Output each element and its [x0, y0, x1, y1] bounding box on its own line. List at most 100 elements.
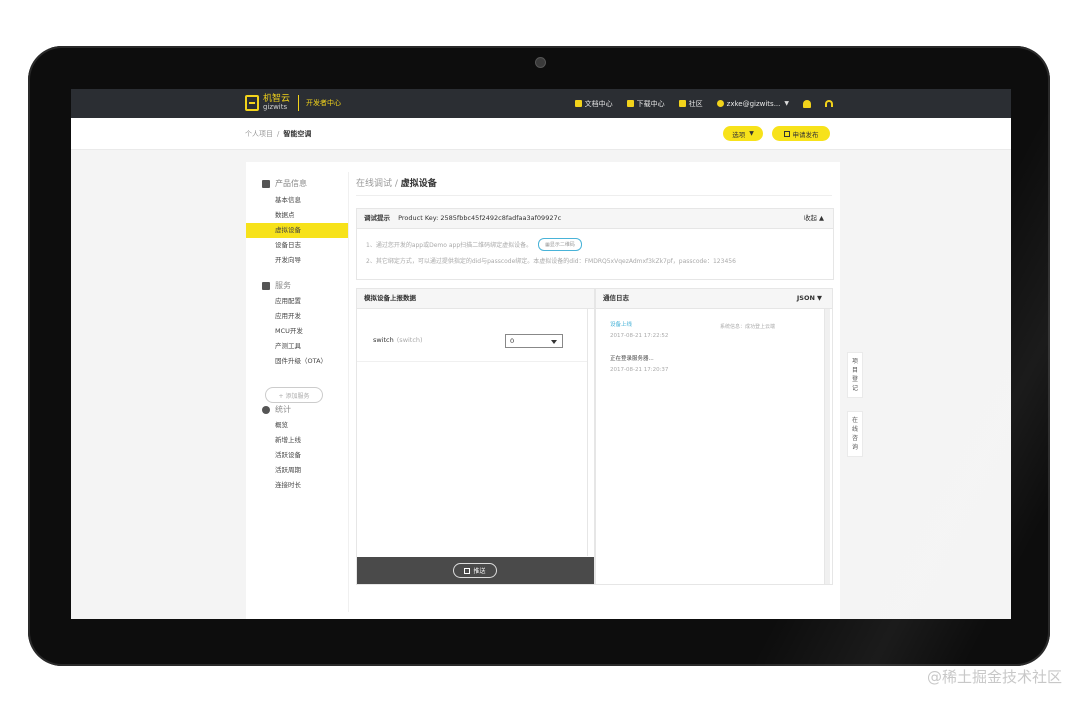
- document-icon: [574, 100, 582, 107]
- download-icon: [626, 100, 634, 107]
- simulate-header: 模拟设备上报数据: [357, 289, 594, 309]
- sidebar-item-ota[interactable]: 固件升级（OTA）: [246, 354, 348, 369]
- caret-down-icon: ▼: [817, 294, 822, 302]
- tip-line-1-text: 1、通过您开发的app或Demo app扫描二维码绑定虚拟设备。: [366, 242, 533, 249]
- field-hint: (switch): [396, 336, 423, 344]
- tip-line-1: 1、通过您开发的app或Demo app扫描二维码绑定虚拟设备。 ▦ 显示二维码: [366, 238, 582, 251]
- publish-button[interactable]: 申请发布: [772, 126, 830, 141]
- nav-community-label: 社区: [688, 99, 703, 108]
- log-time: 2017-08-21 17:22:52: [610, 333, 669, 339]
- top-nav: 文档中心 下载中心 社区 zxke@gizwits... ▼: [574, 89, 833, 118]
- sidebar-group-label: 产品信息: [275, 179, 307, 188]
- content-card: 产品信息 基本信息 数据点 虚拟设备 设备日志 开发向导 服务 应用配置 应用开…: [246, 162, 840, 619]
- sidebar-item-app-dev[interactable]: 应用开发: [246, 309, 348, 324]
- datapoint-list: switch (switch) 0: [357, 309, 588, 556]
- log-list: 设备上线 2017-08-21 17:22:52 系统信息：成功登上云端 正在登…: [596, 309, 825, 584]
- user-icon: [716, 100, 724, 107]
- caret-up-icon: ▲: [819, 214, 824, 222]
- title-divider: [356, 195, 832, 196]
- simulate-title: 模拟设备上报数据: [364, 294, 416, 302]
- logo-icon: [245, 95, 259, 111]
- nav-download[interactable]: 下载中心: [626, 99, 665, 109]
- project-register-tab[interactable]: 项目登记: [847, 352, 863, 398]
- sidebar-item-new-online[interactable]: 新增上线: [246, 433, 348, 448]
- log-note: 系统信息：成功登上云端: [720, 324, 776, 330]
- nav-docs[interactable]: 文档中心: [574, 99, 613, 109]
- sidebar-group-service: 服务: [262, 280, 291, 291]
- log-time: 2017-08-21 17:20:37: [610, 367, 669, 373]
- top-navbar: 机智云 gizwits 开发者中心 文档中心 下载中心 社区 zxke@gizw…: [71, 89, 1011, 118]
- sidebar-item-dev-guide[interactable]: 开发向导: [246, 253, 348, 268]
- service-icon: [262, 281, 270, 290]
- sidebar-group-stats: 统计: [262, 404, 291, 415]
- sidebar-item-app-config[interactable]: 应用配置: [246, 294, 348, 309]
- qr-label: 显示二维码: [549, 242, 575, 248]
- watermark: @稀土掘金技术社区: [926, 668, 1062, 686]
- log-scrollbar[interactable]: [825, 309, 830, 584]
- push-button[interactable]: 推送: [453, 563, 497, 578]
- logo[interactable]: 机智云 gizwits 开发者中心: [245, 95, 341, 111]
- breadcrumb-parent[interactable]: 个人项目: [245, 130, 273, 138]
- log-entry: 设备上线 2017-08-21 17:22:52: [610, 320, 668, 339]
- sidebar-item-overview[interactable]: 概览: [246, 418, 348, 433]
- push-label: 推送: [473, 568, 486, 575]
- nav-user-label: zxke@gizwits...: [726, 99, 781, 108]
- logo-en: gizwits: [263, 103, 288, 111]
- online-consult-tab[interactable]: 在线咨询: [847, 411, 863, 457]
- sidebar-item-device-log[interactable]: 设备日志: [246, 238, 348, 253]
- add-service-button[interactable]: + 添加服务: [265, 387, 323, 403]
- field-divider: [357, 361, 587, 362]
- tips-header: 调试提示 Product Key: 2585fbbc45f2492c8fadfa…: [357, 209, 833, 229]
- options-label: 选项: [732, 130, 746, 139]
- debug-tips-panel: 调试提示 Product Key: 2585fbbc45f2492c8fadfa…: [356, 208, 834, 280]
- headset-icon[interactable]: [825, 100, 833, 107]
- sidebar-group-product: 产品信息: [262, 178, 307, 189]
- external-link-icon: [464, 567, 471, 574]
- log-entry: 正在登录服务器... 2017-08-21 17:20:37: [610, 354, 668, 373]
- sidebar-item-datapoints[interactable]: 数据点: [246, 208, 348, 223]
- format-label: JSON: [796, 294, 815, 302]
- switch-value: 0: [510, 337, 515, 345]
- caret-down-icon: ▼: [784, 100, 789, 107]
- nav-docs-label: 文档中心: [584, 99, 613, 108]
- product-key: Product Key: 2585fbbc45f2492c8fadfaa3af0…: [398, 214, 562, 222]
- sidebar-item-mcu-dev[interactable]: MCU开发: [246, 324, 348, 339]
- pie-chart-icon: [262, 405, 270, 414]
- dev-center-label: 开发者中心: [306, 99, 342, 107]
- logo-separator: [298, 95, 300, 111]
- title-prefix: 在线调试 /: [356, 179, 401, 189]
- dropdown-arrow-icon: [551, 340, 557, 344]
- sidebar-item-connect-time[interactable]: 连接时长: [246, 478, 348, 493]
- fold-toggle[interactable]: 收起 ▲: [804, 209, 824, 228]
- bell-icon[interactable]: [803, 99, 811, 108]
- tablet-frame: 机智云 gizwits 开发者中心 文档中心 下载中心 社区 zxke@gizw…: [28, 46, 1050, 666]
- grid-icon: [262, 179, 270, 188]
- page-title: 在线调试 / 虚拟设备: [356, 176, 437, 189]
- format-select[interactable]: JSON ▼: [797, 289, 822, 308]
- consult-label: 在线咨询: [851, 417, 858, 451]
- register-label: 项目登记: [851, 358, 858, 392]
- field-name: switch: [373, 336, 394, 344]
- chat-icon: [678, 100, 686, 107]
- camera-icon: [535, 57, 546, 68]
- switch-select[interactable]: 0: [505, 334, 563, 348]
- log-event: 设备上线: [610, 322, 633, 328]
- sidebar-group-label: 服务: [275, 281, 291, 290]
- sidebar-item-virtual-device[interactable]: 虚拟设备: [246, 223, 348, 238]
- log-event: 正在登录服务器...: [610, 356, 654, 362]
- nav-community[interactable]: 社区: [678, 99, 703, 109]
- log-header: 通信日志 JSON ▼: [596, 289, 832, 309]
- sidebar-item-test-tool[interactable]: 产测工具: [246, 339, 348, 354]
- sidebar-item-active-devices[interactable]: 活跃设备: [246, 448, 348, 463]
- screen: 机智云 gizwits 开发者中心 文档中心 下载中心 社区 zxke@gizw…: [71, 89, 1011, 619]
- sidebar-item-active-cycle[interactable]: 活跃周期: [246, 463, 348, 478]
- sidebar: 产品信息 基本信息 数据点 虚拟设备 设备日志 开发向导 服务 应用配置 应用开…: [246, 162, 348, 619]
- show-qr-button[interactable]: ▦ 显示二维码: [538, 238, 582, 251]
- push-bar: 推送: [357, 557, 594, 584]
- log-title: 通信日志: [603, 294, 629, 302]
- title-current: 虚拟设备: [400, 179, 437, 189]
- breadcrumb-bar: 个人项目 / 智能空调 选项 ▼ 申请发布: [71, 118, 1011, 150]
- sidebar-item-basic-info[interactable]: 基本信息: [246, 193, 348, 208]
- options-button[interactable]: 选项 ▼: [723, 126, 763, 141]
- nav-user-menu[interactable]: zxke@gizwits... ▼: [716, 99, 789, 108]
